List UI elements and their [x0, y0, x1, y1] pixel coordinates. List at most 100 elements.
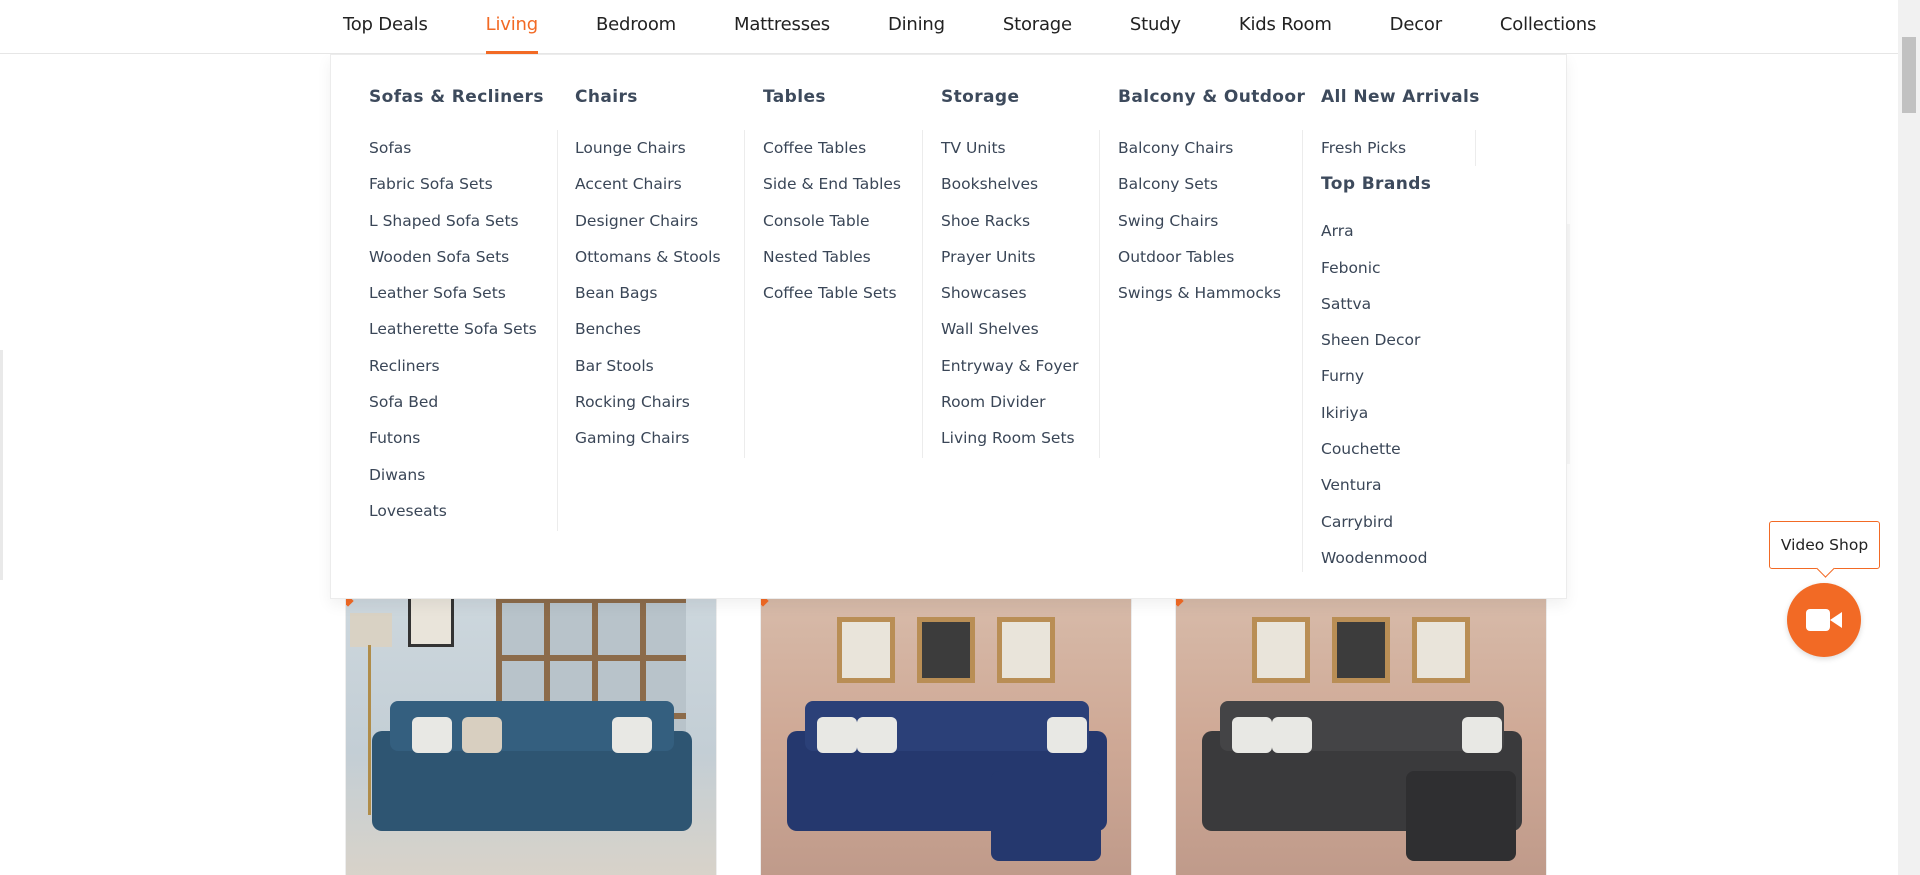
menu-link[interactable]: Gaming Chairs	[575, 420, 721, 456]
menu-link[interactable]: Futons	[369, 420, 544, 456]
menu-link[interactable]: Rocking Chairs	[575, 384, 721, 420]
menu-link[interactable]: Bean Bags	[575, 275, 721, 311]
menu-link[interactable]: Sattva	[1321, 286, 1480, 322]
wall-frame	[917, 617, 975, 683]
menu-link[interactable]: Diwans	[369, 457, 544, 493]
menu-link[interactable]: Outdoor Tables	[1118, 239, 1305, 275]
pillow	[412, 717, 452, 753]
menu-link[interactable]: Furny	[1321, 358, 1480, 394]
menu-link[interactable]: Arra	[1321, 213, 1480, 249]
menu-link[interactable]: Shoe Racks	[941, 203, 1078, 239]
product-card[interactable]	[1175, 560, 1547, 875]
menu-link[interactable]: Sofas	[369, 130, 544, 166]
menu-link[interactable]: Living Room Sets	[941, 420, 1078, 456]
menu-column-tables: Tables Coffee Tables Side & End Tables C…	[763, 55, 901, 598]
menu-link[interactable]: Carrybird	[1321, 504, 1480, 540]
menu-link[interactable]: Lounge Chairs	[575, 130, 721, 166]
menu-link[interactable]: Ottomans & Stools	[575, 239, 721, 275]
menu-heading-sofas-recliners[interactable]: Sofas & Recliners	[369, 87, 544, 107]
pillow	[1232, 717, 1272, 753]
menu-link[interactable]: Loveseats	[369, 493, 544, 529]
menu-link[interactable]: Nested Tables	[763, 239, 901, 275]
menu-link[interactable]: Leather Sofa Sets	[369, 275, 544, 311]
wall-frame	[408, 595, 454, 647]
menu-heading-storage[interactable]: Storage	[941, 87, 1078, 107]
menu-link[interactable]: Febonic	[1321, 250, 1480, 286]
camera-lens	[1830, 612, 1842, 628]
menu-link[interactable]: Leatherette Sofa Sets	[369, 311, 544, 347]
lamp-pole-graphic	[368, 645, 371, 815]
menu-link[interactable]: Showcases	[941, 275, 1078, 311]
menu-link[interactable]: Coffee Table Sets	[763, 275, 901, 311]
nav-item-storage[interactable]: Storage	[974, 0, 1101, 54]
column-divider	[1099, 130, 1100, 458]
menu-column-sofas: Sofas & Recliners Sofas Fabric Sofa Sets…	[369, 55, 544, 598]
nav-item-study[interactable]: Study	[1101, 0, 1210, 54]
menu-link[interactable]: Balcony Chairs	[1118, 130, 1305, 166]
wall-frame	[997, 617, 1055, 683]
menu-heading-chairs[interactable]: Chairs	[575, 87, 721, 107]
menu-link[interactable]: Bookshelves	[941, 166, 1078, 202]
product-image	[1176, 561, 1546, 875]
menu-link[interactable]: Balcony Sets	[1118, 166, 1305, 202]
menu-link[interactable]: Side & End Tables	[763, 166, 901, 202]
nav-item-top-deals[interactable]: Top Deals	[331, 0, 457, 54]
menu-link[interactable]: Woodenmood	[1321, 540, 1480, 576]
menu-list: Fresh Picks	[1321, 130, 1480, 166]
menu-heading-all-new-arrivals[interactable]: All New Arrivals	[1321, 87, 1480, 107]
menu-link[interactable]: Ikiriya	[1321, 395, 1480, 431]
menu-link[interactable]: Prayer Units	[941, 239, 1078, 275]
menu-link[interactable]: Accent Chairs	[575, 166, 721, 202]
menu-link[interactable]: Room Divider	[941, 384, 1078, 420]
nav-item-decor[interactable]: Decor	[1361, 0, 1471, 54]
menu-link[interactable]: Wall Shelves	[941, 311, 1078, 347]
menu-link[interactable]: Sofa Bed	[369, 384, 544, 420]
menu-link[interactable]: Swing Chairs	[1118, 203, 1305, 239]
menu-list: Balcony Chairs Balcony Sets Swing Chairs…	[1118, 130, 1305, 311]
menu-heading-tables[interactable]: Tables	[763, 87, 901, 107]
menu-link[interactable]: Designer Chairs	[575, 203, 721, 239]
menu-link[interactable]: L Shaped Sofa Sets	[369, 203, 544, 239]
menu-link[interactable]: Coffee Tables	[763, 130, 901, 166]
side-edge	[0, 350, 3, 580]
video-shop-button[interactable]	[1787, 583, 1861, 657]
menu-link[interactable]: Couchette	[1321, 431, 1480, 467]
menu-link[interactable]: Swings & Hammocks	[1118, 275, 1305, 311]
nav-item-collections[interactable]: Collections	[1471, 0, 1625, 54]
wall-frame	[1332, 617, 1390, 683]
column-divider	[744, 130, 745, 458]
menu-link[interactable]: Console Table	[763, 203, 901, 239]
living-mega-menu: Sofas & Recliners Sofas Fabric Sofa Sets…	[330, 54, 1567, 599]
scrollbar-thumb[interactable]	[1902, 37, 1916, 113]
menu-link[interactable]: Bar Stools	[575, 348, 721, 384]
menu-heading-balcony-outdoor[interactable]: Balcony & Outdoor	[1118, 87, 1305, 107]
ottoman-graphic	[991, 771, 1101, 861]
menu-link[interactable]: Sheen Decor	[1321, 322, 1480, 358]
nav-item-kids-room[interactable]: Kids Room	[1210, 0, 1361, 54]
menu-link[interactable]: Entryway & Foyer	[941, 348, 1078, 384]
menu-column-balcony: Balcony & Outdoor Balcony Chairs Balcony…	[1118, 55, 1305, 598]
menu-link[interactable]: Fresh Picks	[1321, 130, 1480, 166]
menu-link[interactable]: TV Units	[941, 130, 1078, 166]
menu-link[interactable]: Wooden Sofa Sets	[369, 239, 544, 275]
product-card[interactable]	[345, 560, 717, 875]
menu-list: Arra Febonic Sattva Sheen Decor Furny Ik…	[1321, 213, 1480, 576]
product-image	[761, 561, 1131, 875]
menu-heading-top-brands[interactable]: Top Brands	[1321, 174, 1480, 194]
pillow	[1047, 717, 1087, 753]
menu-link[interactable]: Ventura	[1321, 467, 1480, 503]
page-scrollbar[interactable]	[1898, 0, 1920, 875]
column-divider	[1475, 130, 1476, 166]
nav-item-dining[interactable]: Dining	[859, 0, 974, 54]
nav-item-bedroom[interactable]: Bedroom	[567, 0, 705, 54]
nav-item-mattresses[interactable]: Mattresses	[705, 0, 859, 54]
column-divider	[557, 130, 558, 531]
menu-link[interactable]: Recliners	[369, 348, 544, 384]
product-card[interactable]	[760, 560, 1132, 875]
menu-link[interactable]: Fabric Sofa Sets	[369, 166, 544, 202]
top-nav: Top Deals Living Bedroom Mattresses Dini…	[0, 0, 1898, 54]
pillow	[612, 717, 652, 753]
menu-link[interactable]: Benches	[575, 311, 721, 347]
nav-item-living[interactable]: Living	[457, 0, 567, 54]
video-shop-tooltip[interactable]: Video Shop	[1769, 521, 1880, 569]
